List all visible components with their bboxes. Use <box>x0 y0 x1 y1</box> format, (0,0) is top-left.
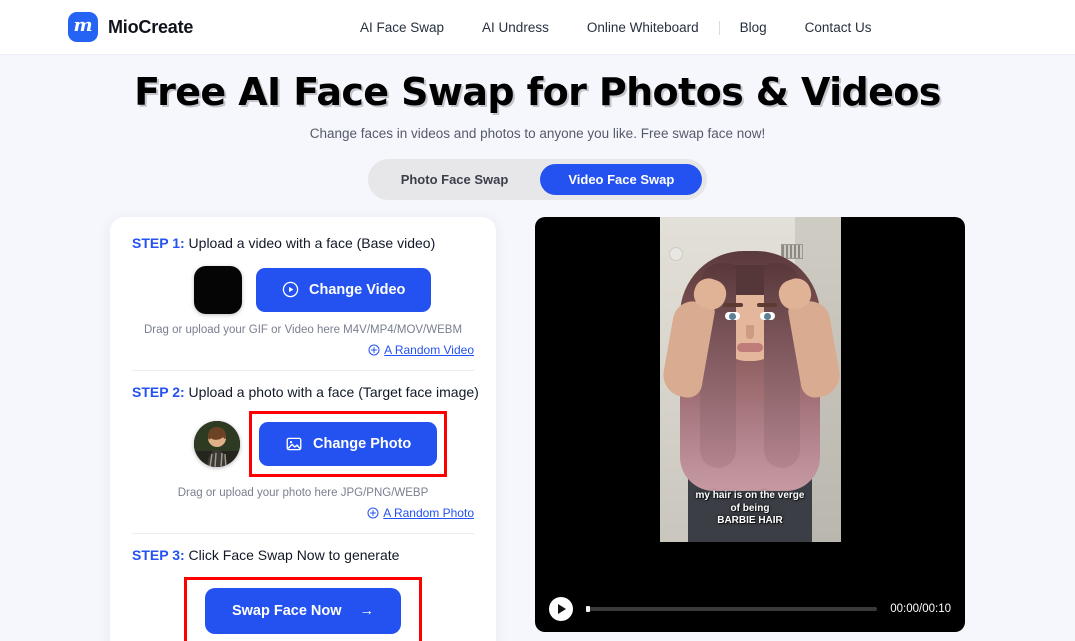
step-divider-1 <box>132 369 474 371</box>
change-video-button[interactable]: Change Video <box>256 267 432 312</box>
nav-link-ai-face-swap[interactable]: AI Face Swap <box>360 20 444 35</box>
plus-circle-icon <box>368 344 380 356</box>
mode-toggle: Photo Face Swap Video Face Swap <box>367 158 708 200</box>
subject-brow-left <box>723 302 743 307</box>
video-caption: my hair is on the verge of being BARBIE … <box>660 490 841 528</box>
tab-photo-face-swap[interactable]: Photo Face Swap <box>373 164 537 195</box>
play-icon <box>558 603 566 614</box>
play-button[interactable] <box>549 596 573 621</box>
random-video-label: A Random Video <box>384 342 474 357</box>
swap-face-now-label: Swap Face Now <box>231 602 342 619</box>
nav-link-contact-us[interactable]: Contact Us <box>805 20 872 35</box>
step-2-hint: Drag or upload your photo here JPG/PNG/W… <box>177 486 429 499</box>
page-subtitle: Change faces in videos and photos to any… <box>309 125 766 141</box>
step-1-title: STEP 1: Upload a video with a face (Base… <box>132 235 474 251</box>
main-content: STEP 1: Upload a video with a face (Base… <box>0 216 1075 641</box>
swap-face-now-button[interactable]: Swap Face Now → <box>205 587 401 634</box>
video-caption-line-3: BARBIE HAIR <box>717 515 783 526</box>
video-preview[interactable]: my hair is on the verge of being BARBIE … <box>535 216 965 586</box>
video-player-controls: 00:00/00:10 <box>535 585 965 632</box>
nav-link-online-whiteboard[interactable]: Online Whiteboard <box>587 20 699 35</box>
swap-face-highlight-box: Swap Face Now → <box>184 576 422 641</box>
step-3-title: STEP 3: Click Face Swap Now to generate <box>132 547 474 563</box>
random-photo-label: A Random Photo <box>383 505 474 520</box>
step-3-number: STEP 3: <box>132 546 185 563</box>
step-2-number: STEP 2: <box>132 383 185 400</box>
step-1-random-row: A Random Video <box>132 343 474 357</box>
subject-mouth <box>737 342 763 352</box>
change-photo-button[interactable]: Change Photo <box>259 421 438 466</box>
subject-eye-right <box>760 311 775 320</box>
subject-brow-right <box>757 302 777 307</box>
tab-video-face-swap[interactable]: Video Face Swap <box>540 163 703 195</box>
brand-name: MioCreate <box>108 16 194 37</box>
brand-logo-group[interactable]: m MioCreate <box>68 12 193 42</box>
change-photo-highlight-box: Change Photo <box>249 410 448 477</box>
step-2-title: STEP 2: Upload a photo with a face (Targ… <box>132 383 479 400</box>
step-1-row: Change Video <box>132 265 474 314</box>
step-divider-2 <box>132 532 474 534</box>
step-2-row: Change Photo <box>132 410 474 477</box>
video-caption-line-1: my hair is on the verge <box>695 490 805 501</box>
step-1-number: STEP 1: <box>132 234 185 251</box>
video-preview-column: my hair is on the verge of being BARBIE … <box>535 216 965 641</box>
random-photo-link[interactable]: A Random Photo <box>367 506 474 520</box>
step-2-random-row: A Random Photo <box>132 506 474 520</box>
step-1-hint: Drag or upload your GIF or Video here M4… <box>143 323 463 336</box>
plus-circle-icon <box>367 507 379 519</box>
subject-nose <box>746 324 754 339</box>
step-2-text: Upload a photo with a face (Target face … <box>184 383 479 400</box>
main-nav: AI Face Swap AI Undress Online Whiteboar… <box>360 0 871 55</box>
page-title: Free AI Face Swap for Photos & Videos <box>134 70 941 114</box>
nav-link-ai-undress[interactable]: AI Undress <box>482 20 549 35</box>
site-header: m MioCreate AI Face Swap AI Undress Onli… <box>0 0 1075 55</box>
subject-eye-left <box>725 311 740 320</box>
miocreate-logo-icon: m <box>68 12 98 42</box>
hero-section: Free AI Face Swap for Photos & Videos Ch… <box>0 55 1075 141</box>
photo-thumbnail-avatar[interactable] <box>194 420 240 467</box>
step-3-text: Click Face Swap Now to generate <box>184 546 400 563</box>
nav-divider <box>718 20 720 35</box>
image-icon <box>285 435 303 453</box>
video-progress-scrubber[interactable] <box>586 605 878 612</box>
step-1-text: Upload a video with a face (Base video) <box>184 234 436 251</box>
video-still: my hair is on the verge of being BARBIE … <box>659 216 841 542</box>
nav-link-blog[interactable]: Blog <box>740 20 767 35</box>
change-video-label: Change Video <box>309 281 406 298</box>
arrow-right-icon: → <box>359 602 375 619</box>
video-caption-line-2: of being <box>730 502 770 514</box>
mode-toggle-wrapper: Photo Face Swap Video Face Swap <box>0 158 1075 200</box>
change-photo-label: Change Photo <box>313 435 412 452</box>
scrubber-handle[interactable] <box>586 605 590 612</box>
step-3-row: Swap Face Now → <box>132 576 474 641</box>
video-time-display: 00:00/00:10 <box>890 602 951 615</box>
wall-clock <box>668 246 683 261</box>
upload-steps-card: STEP 1: Upload a video with a face (Base… <box>110 216 496 641</box>
random-video-link[interactable]: A Random Video <box>368 343 474 357</box>
play-circle-icon <box>282 281 299 298</box>
video-thumbnail[interactable] <box>194 265 242 314</box>
